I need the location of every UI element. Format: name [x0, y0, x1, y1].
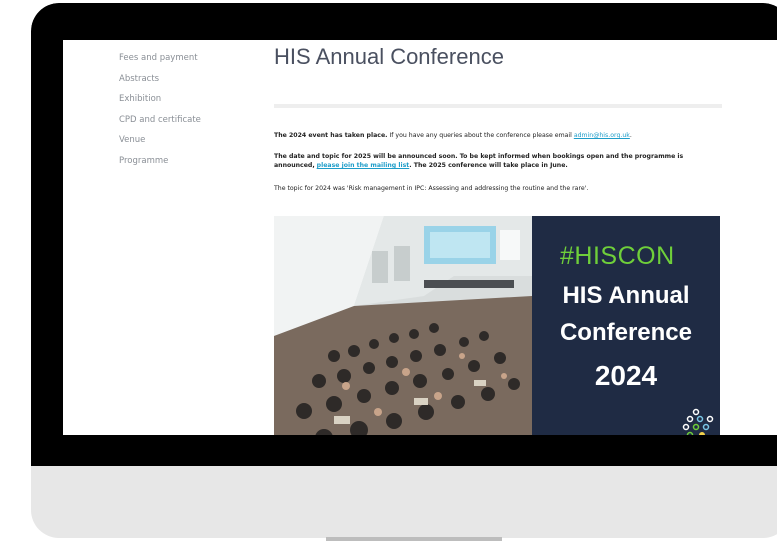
hero-line-3: 2024 [594, 360, 658, 391]
browser-screen: Fees and payment Abstracts Exhibition CP… [63, 40, 777, 435]
sidebar-item-programme[interactable]: Programme [119, 151, 259, 172]
hero-hashtag: #HISCON [560, 242, 675, 270]
audience-photo [274, 216, 532, 435]
title-divider [274, 104, 722, 108]
admin-email-link[interactable]: admin@his.org.uk [574, 132, 630, 139]
sidebar-item-venue[interactable]: Venue [119, 130, 259, 151]
monitor-frame: Fees and payment Abstracts Exhibition CP… [31, 3, 777, 538]
his-logo-dots-icon [682, 408, 714, 435]
monitor-bezel: Fees and payment Abstracts Exhibition CP… [31, 3, 777, 466]
sidebar-item-cpd-and-certificate[interactable]: CPD and certificate [119, 110, 259, 131]
mailing-list-link[interactable]: please join the mailing list [317, 162, 410, 169]
announcement-bold-end: . The 2025 conference will take place in… [409, 162, 568, 169]
sidebar-item-exhibition[interactable]: Exhibition [119, 89, 259, 110]
event-status-bold: The 2024 event has taken place. [274, 132, 388, 139]
announcement-paragraph: The date and topic for 2025 will be anno… [274, 152, 722, 170]
audience-photo-illustration [274, 216, 532, 435]
monitor-stand [326, 537, 502, 541]
hero-line-2: Conference [559, 319, 693, 346]
sidebar-item-abstracts[interactable]: Abstracts [119, 69, 259, 90]
sidebar-nav: Fees and payment Abstracts Exhibition CP… [119, 48, 259, 171]
page-title: HIS Annual Conference [274, 44, 504, 69]
event-status-text: If you have any queries about the confer… [387, 132, 574, 139]
event-status-end: . [629, 132, 632, 139]
hero-text-panel: #HISCON HIS Annual Conference 2024 [532, 216, 720, 435]
sidebar-item-fees-and-payment[interactable]: Fees and payment [119, 48, 259, 69]
main-content: HIS Annual Conference The 2024 event has… [274, 40, 722, 435]
hero-line-1: HIS Annual [562, 282, 690, 309]
event-status-paragraph: The 2024 event has taken place. If you h… [274, 131, 722, 140]
conference-hero-image: #HISCON HIS Annual Conference 2024 [274, 216, 720, 435]
topic-paragraph: The topic for 2024 was 'Risk management … [274, 185, 589, 192]
